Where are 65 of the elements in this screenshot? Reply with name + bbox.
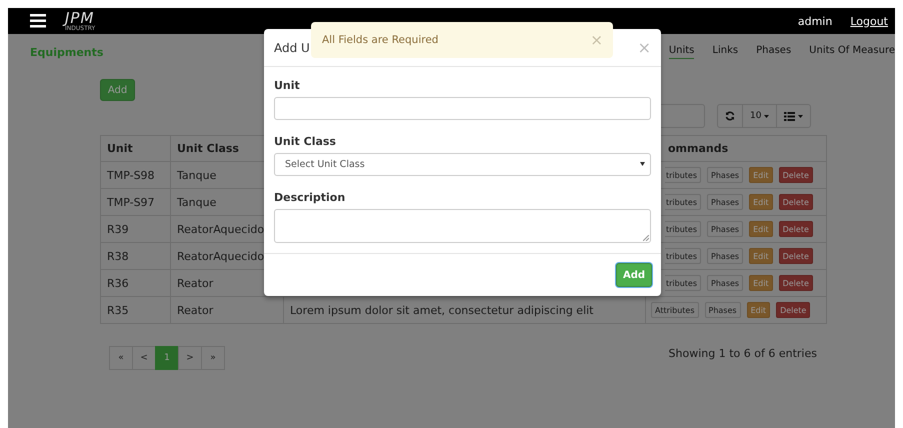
command-button[interactable]: Phases	[707, 194, 744, 210]
command-button[interactable]: Phases	[707, 275, 744, 291]
tab[interactable]: Phases	[756, 45, 792, 59]
field-label: Unit	[274, 79, 301, 92]
table-cell: R38	[100, 242, 170, 270]
textarea-field[interactable]	[274, 208, 651, 243]
alert-message: All Fields are Required	[322, 34, 438, 46]
entries-info: Showing 1 to 6 of 6 entries	[668, 347, 817, 360]
table-cell: Reator	[170, 296, 284, 324]
page-heading: Equipments	[30, 46, 104, 58]
command-button[interactable]: tributes	[665, 248, 702, 264]
delete-button[interactable]: Delete	[778, 248, 813, 264]
delete-button[interactable]: Delete	[778, 275, 813, 291]
tab[interactable]: Units Of Measure	[809, 45, 895, 59]
page-button[interactable]: «	[109, 346, 133, 370]
delete-button[interactable]: Delete	[778, 221, 813, 237]
columns-dropdown[interactable]	[776, 104, 812, 128]
caret-icon	[798, 114, 804, 118]
table-cell: TMP-S97	[100, 188, 170, 216]
edit-button[interactable]: Edit	[749, 167, 773, 183]
table-cell: TMP-S98	[100, 162, 170, 188]
table-cell: R39	[100, 216, 170, 242]
command-button[interactable]: Attributes	[651, 302, 698, 318]
resize-grip-icon	[643, 235, 649, 241]
caret-icon	[764, 114, 770, 118]
user-name: admin	[798, 14, 832, 28]
modal-title: Add U	[274, 40, 310, 54]
command-button[interactable]: Phases	[707, 167, 744, 183]
add-button[interactable]: Add	[100, 79, 135, 101]
tab[interactable]: Links	[712, 45, 738, 59]
page-button[interactable]: »	[201, 346, 225, 370]
menu-icon[interactable]	[30, 14, 46, 28]
logo: JPM	[65, 10, 96, 26]
add-button[interactable]: Add	[616, 263, 652, 287]
delete-button[interactable]: Delete	[776, 302, 810, 318]
command-button[interactable]: tributes	[665, 275, 702, 291]
delete-button[interactable]: Delete	[778, 167, 813, 183]
command-button[interactable]: tributes	[665, 221, 702, 237]
page-button[interactable]: >	[178, 346, 202, 370]
list-icon	[784, 112, 796, 120]
table-cell: R36	[100, 270, 170, 296]
command-button[interactable]: Phases	[704, 302, 741, 318]
edit-button[interactable]: Edit	[749, 194, 773, 210]
refresh-icon	[725, 111, 735, 121]
edit-button[interactable]: Edit	[749, 248, 773, 264]
column-header: Unit	[100, 136, 170, 162]
table-cell: R35	[100, 296, 170, 324]
command-button[interactable]: Phases	[707, 248, 744, 264]
command-button[interactable]: Phases	[707, 221, 744, 237]
select-field[interactable]: Select Unit Class	[274, 152, 651, 176]
tab[interactable]: Units	[668, 45, 694, 59]
logout-link[interactable]: Logout	[850, 14, 888, 28]
refresh-button[interactable]	[717, 104, 743, 128]
command-button[interactable]: tributes	[665, 167, 702, 183]
edit-button[interactable]: Edit	[746, 302, 770, 318]
caret-icon	[640, 162, 645, 166]
page-button[interactable]: 1	[155, 346, 179, 370]
select-placeholder: Select Unit Class	[285, 158, 365, 170]
edit-button[interactable]: Edit	[749, 275, 773, 291]
input-field[interactable]	[274, 97, 651, 120]
delete-button[interactable]: Delete	[778, 194, 813, 210]
edit-button[interactable]: Edit	[749, 221, 773, 237]
page-button[interactable]: <	[132, 346, 156, 370]
page-size-dropdown[interactable]: 10	[742, 104, 778, 128]
command-button[interactable]: tributes	[665, 194, 702, 210]
